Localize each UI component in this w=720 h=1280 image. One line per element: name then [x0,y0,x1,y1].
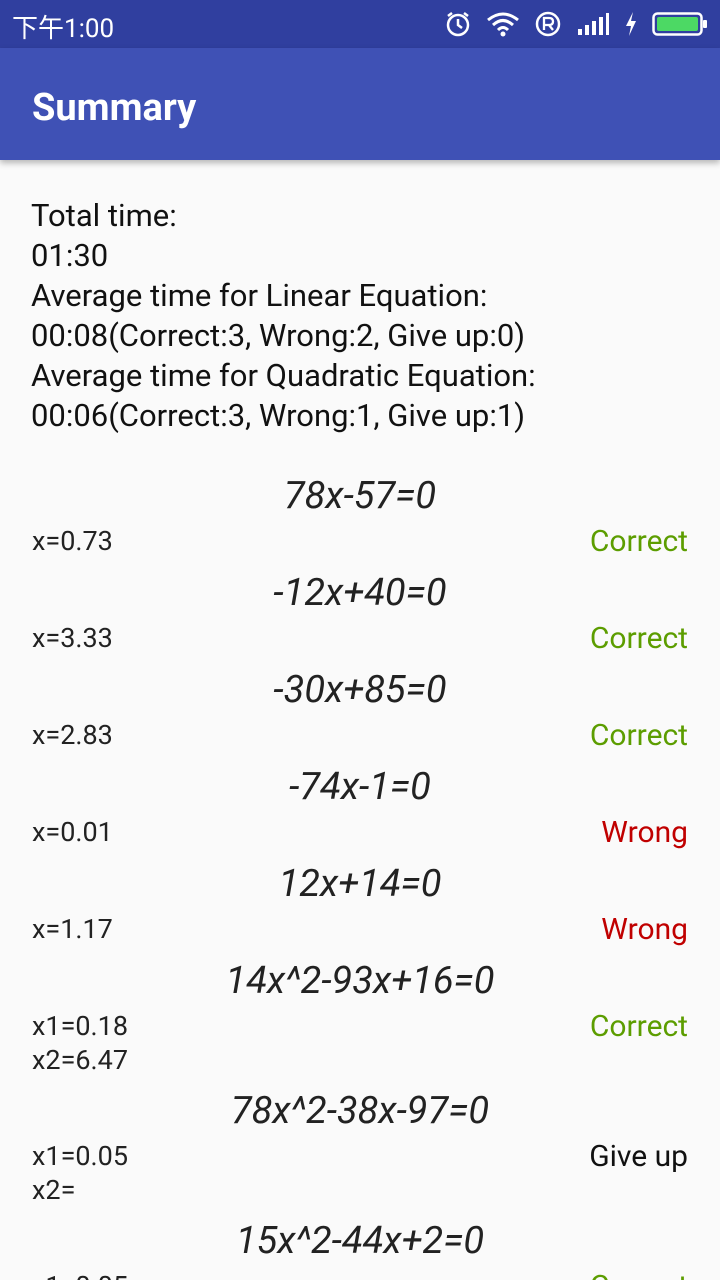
total-time-value: 01:30 [31,237,109,274]
result-status: Wrong [601,815,688,850]
equation: 12x+14=0 [278,862,442,906]
answer-x2: x2=6.47 [32,1044,129,1076]
summary-content[interactable]: Total time: 01:30 Average time for Linea… [0,160,720,1280]
answer-x: x=0.01 [32,816,113,848]
result-status: Correct [589,524,688,559]
battery-icon [652,12,707,36]
result-status: Wrong [601,912,688,947]
answer-x: x=1.17 [32,913,113,945]
status-time: 下午1:00 [12,14,115,44]
answer-x: x=0.73 [32,525,113,557]
equation: -30x+85=0 [273,668,447,712]
total-time-label: Total time: [31,197,177,234]
equation: 14x^2-93x+16=0 [225,959,495,1003]
equation: 15x^2-44x+2=0 [235,1219,485,1263]
answer-x1: x1=0.18 [32,1010,129,1042]
result-status: Correct [589,1009,688,1044]
answer-x2: x2= [32,1174,76,1206]
quadratic-average-label: Average time for Quadratic Equation: [31,357,536,394]
summary-stats: Total time: 01:30 Average time for Linea… [31,196,701,436]
charging-icon [626,12,636,36]
answer-x1: x1=0.05 [32,1140,129,1172]
registered-icon [535,11,561,37]
answer-x: x=2.83 [32,719,113,751]
status-bar: 下午1:00 [0,0,720,48]
result-status: Correct [589,718,688,753]
equation: -12x+40=0 [273,571,447,615]
status-icons [444,8,708,40]
app-title: Summary [32,86,197,130]
result-status: Correct [590,1269,688,1280]
linear-average-value: 00:08(Correct:3, Wrong:2, Give up:0) [31,317,526,354]
result-status: Correct [589,621,688,656]
wifi-icon [487,12,519,37]
result-status: Give up [589,1139,688,1174]
linear-average-label: Average time for Linear Equation: [31,277,488,314]
equation: 78x^2-38x-97=0 [230,1089,490,1133]
app-bar: Summary [0,48,720,160]
answer-x: x=3.33 [32,622,113,654]
quadratic-average-value: 00:06(Correct:3, Wrong:1, Give up:1) [31,397,526,434]
signal-icon [578,13,609,35]
equation: -74x-1=0 [289,765,431,809]
equation: 78x-57=0 [283,474,437,518]
answer-x1: x1=0.05 [32,1269,128,1280]
alarm-icon [446,12,470,37]
